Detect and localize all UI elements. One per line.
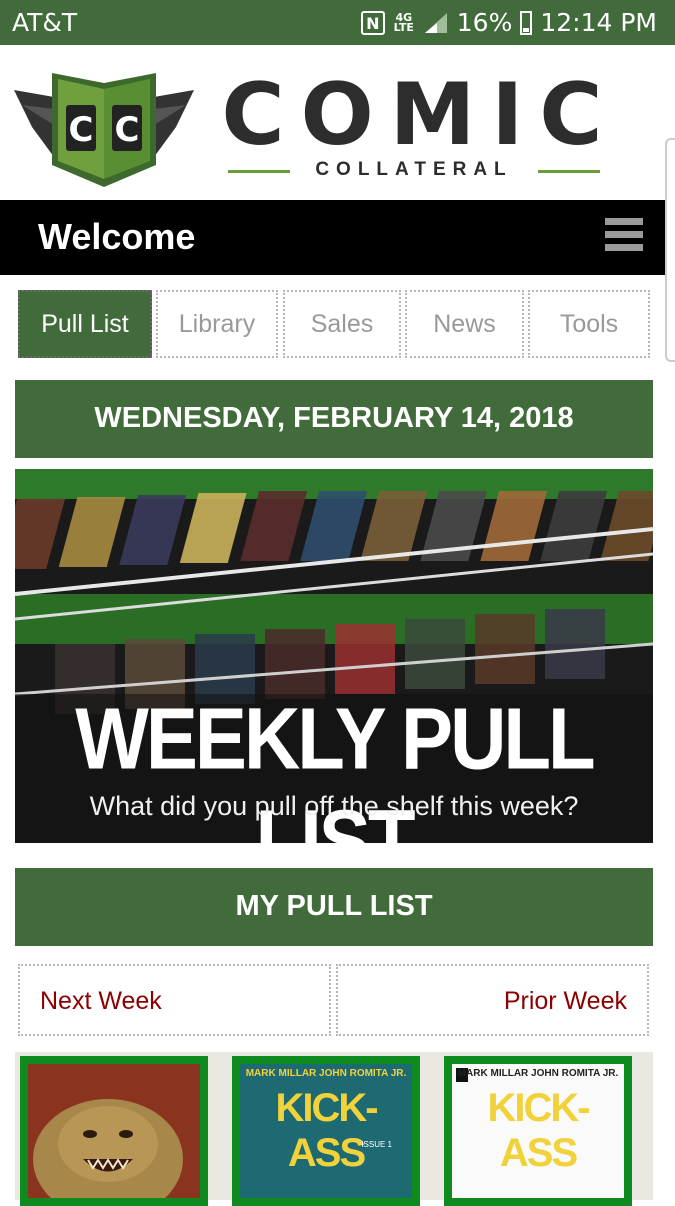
svg-text:C: C bbox=[115, 110, 140, 150]
my-pull-list-header: MY PULL LIST bbox=[15, 868, 653, 946]
pull-list-comics: MARK MILLAR JOHN ROMITA JR. KICK-ASS ISS… bbox=[15, 1052, 653, 1206]
monster-cover-art bbox=[28, 1064, 200, 1198]
comic-item[interactable]: MARK MILLAR JOHN ROMITA JR. KICK-ASS ISS… bbox=[232, 1056, 420, 1206]
battery-icon bbox=[520, 10, 533, 35]
comic-cover-image bbox=[28, 1064, 200, 1198]
battery-percent: 16% bbox=[456, 8, 513, 37]
comic-cover-image: MARK MILLAR JOHN ROMITA JR. KICK-ASS bbox=[452, 1064, 624, 1198]
logo-mark-text: C bbox=[69, 110, 94, 150]
logo-title: COMIC bbox=[221, 65, 619, 165]
prior-week-button[interactable]: Prior Week bbox=[336, 964, 649, 1036]
signal-icon bbox=[424, 12, 447, 33]
site-logo[interactable]: C C COMIC COLLATERAL bbox=[0, 45, 675, 200]
logo-rule-left bbox=[228, 170, 290, 173]
tab-news[interactable]: News bbox=[405, 290, 524, 358]
comic-item[interactable] bbox=[20, 1056, 208, 1206]
nfc-icon: N bbox=[360, 10, 385, 35]
weekly-pull-list-banner[interactable]: WEEKLY PULL LIST What did you pull off t… bbox=[15, 469, 653, 843]
comic-issue: ISSUE 1 bbox=[361, 1140, 392, 1149]
comic-item[interactable]: MARK MILLAR JOHN ROMITA JR. KICK-ASS bbox=[444, 1056, 632, 1206]
logo-rule-right bbox=[538, 170, 600, 173]
comic-credit: MARK MILLAR JOHN ROMITA JR. bbox=[457, 1068, 619, 1079]
tab-tools[interactable]: Tools bbox=[528, 290, 650, 358]
clock: 12:14 PM bbox=[540, 8, 657, 37]
logo-emblem-icon: C C bbox=[14, 73, 194, 187]
carrier-label: AT&T bbox=[12, 8, 78, 37]
side-scroll-handle[interactable] bbox=[665, 138, 675, 362]
banner-subtitle: What did you pull off the shelf this wee… bbox=[89, 791, 579, 821]
comic-title: KICK-ASS bbox=[275, 1086, 378, 1175]
comic-title: KICK-ASS bbox=[487, 1086, 590, 1175]
nav-tabs: Pull List Library Sales News Tools bbox=[18, 290, 650, 358]
tab-sales[interactable]: Sales bbox=[283, 290, 401, 358]
tab-library[interactable]: Library bbox=[156, 290, 278, 358]
tab-pull-list[interactable]: Pull List bbox=[18, 290, 152, 358]
logo-subtitle: COLLATERAL bbox=[228, 157, 600, 187]
status-icons: N 4G LTE 16% 12:14 PM bbox=[360, 8, 657, 37]
comic-credit: MARK MILLAR JOHN ROMITA JR. bbox=[245, 1068, 407, 1079]
logo-subtitle-text: COLLATERAL bbox=[315, 159, 513, 180]
status-bar: AT&T N 4G LTE 16% 12:14 PM bbox=[0, 0, 675, 45]
welcome-bar: Welcome bbox=[0, 200, 665, 275]
comic-cover-image: MARK MILLAR JOHN ROMITA JR. KICK-ASS ISS… bbox=[240, 1064, 412, 1198]
date-header: WEDNESDAY, FEBRUARY 14, 2018 bbox=[15, 380, 653, 458]
lte-icon: 4G LTE bbox=[393, 10, 414, 34]
welcome-text: Welcome bbox=[38, 216, 196, 257]
menu-icon[interactable] bbox=[605, 218, 643, 256]
next-week-button[interactable]: Next Week bbox=[18, 964, 331, 1036]
